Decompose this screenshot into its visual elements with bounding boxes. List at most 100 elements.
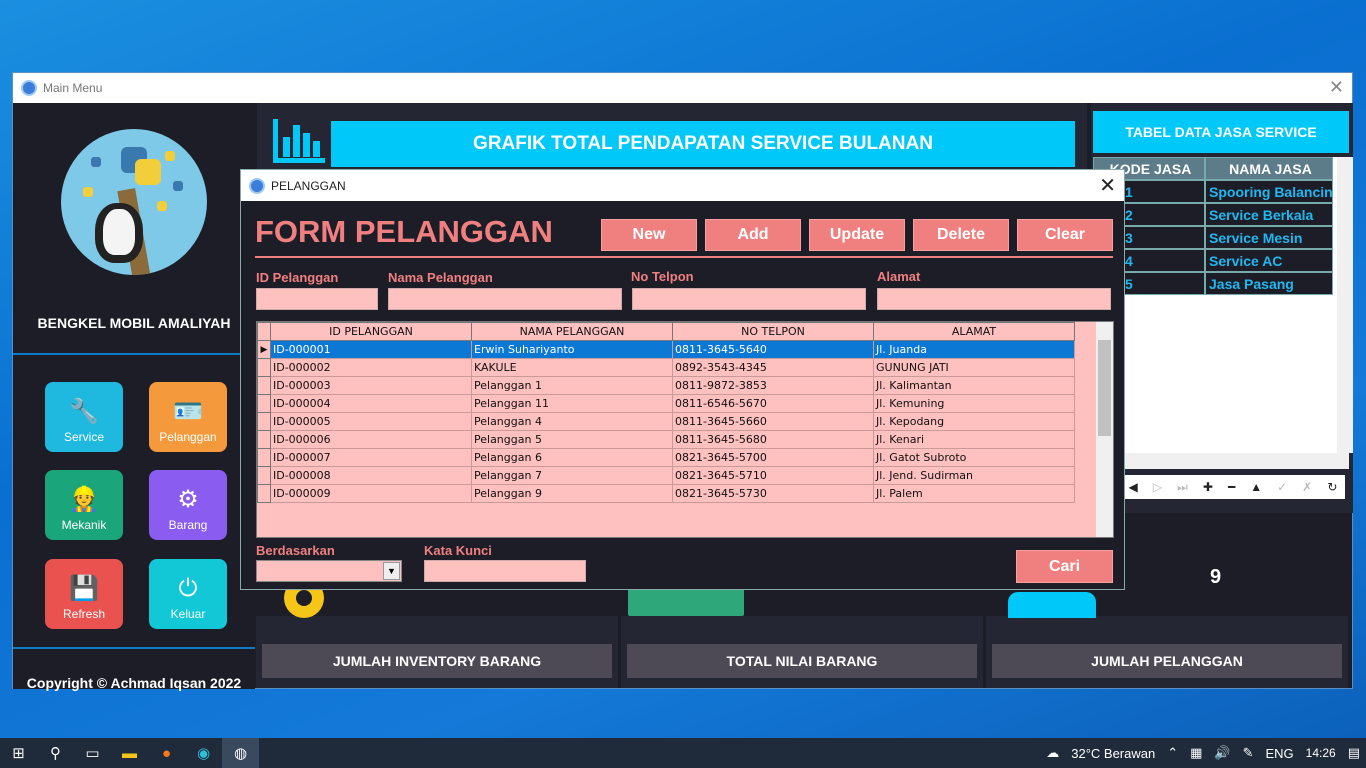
row-pointer-icon: ▶ [257,340,271,359]
update-button[interactable]: Update [809,219,905,251]
table-row[interactable]: ID-000008 Pelanggan 7 0821-3645-5710 Jl.… [257,466,1075,485]
dialog-close-button[interactable]: ✕ [1099,173,1116,198]
add-button[interactable]: Add [705,219,801,251]
search-icon[interactable]: ⚲ [37,738,74,768]
table-row[interactable]: ID-000004 Pelanggan 11 0811-6546-5670 Jl… [257,394,1075,413]
copyright: Copyright © Achmad Iqsan 2022 [26,675,242,691]
cell-id: ID-000007 [270,448,472,467]
grid-vertical-scrollbar[interactable] [1096,322,1113,537]
cell-id: ID-000005 [270,412,472,431]
cell-alamat: Jl. Kepodang [873,412,1075,431]
table-row[interactable]: -1001 Spooring Balancing [1093,180,1349,203]
clear-button[interactable]: Clear [1017,219,1113,251]
mekanik-button[interactable]: 👷 Mekanik [45,470,123,540]
weather-icon[interactable]: ☁ [1046,745,1059,761]
start-icon[interactable]: ⊞ [0,738,37,768]
table-row[interactable]: ID-000009 Pelanggan 9 0821-3645-5730 Jl.… [257,484,1075,503]
money-icon [628,588,744,616]
jasa-nama: Service Mesin [1205,226,1333,249]
id-pelanggan-input[interactable] [256,288,378,310]
edit-record-icon[interactable]: ▲ [1250,480,1262,494]
berdasarkan-select[interactable]: ▼ [256,560,402,582]
table-row[interactable]: -1003 Service Mesin [1093,226,1349,249]
nama-pelanggan-input[interactable] [388,288,622,310]
table-row[interactable]: -1002 Service Berkala [1093,203,1349,226]
pelanggan-grid[interactable]: ID PELANGGAN NAMA PELANGGAN NO TELPON AL… [256,321,1114,538]
service-label: Service [63,430,104,444]
jasa-nama: Service Berkala [1205,203,1333,226]
keluar-button[interactable]: ⏻ Keluar [149,559,227,629]
task-view-icon[interactable]: ▭ [74,738,111,768]
table-row[interactable]: ID-000002 KAKULE 0892-3543-4345 GUNUNG J… [257,358,1075,377]
jasa-vertical-scrollbar[interactable] [1337,157,1353,453]
cell-telpon: 0811-3645-5660 [672,412,874,431]
barang-button[interactable]: ⚙ Barang [149,470,227,540]
divider [13,647,255,649]
jasa-table[interactable]: KODE JASA NAMA JASA -1001 Spooring Balan… [1093,157,1349,469]
firefox-icon[interactable]: ● [148,738,185,768]
header-alamat[interactable]: ALAMAT [873,322,1075,341]
delete-button[interactable]: Delete [913,219,1009,251]
refresh-record-icon[interactable]: ↻ [1327,480,1337,494]
header-nama-pelanggan[interactable]: NAMA PELANGGAN [471,322,673,341]
table-row[interactable]: -1005 Jasa Pasang [1093,272,1349,295]
delete-record-icon[interactable]: ━ [1228,480,1235,494]
last-record-icon[interactable]: ⏭ [1177,480,1188,495]
notification-icon[interactable]: ▤ [1348,745,1360,761]
stat-nilai-panel: TOTAL NILAI BARANG [621,616,983,688]
jasa-nama: Service AC [1205,249,1333,272]
python-app-icon[interactable]: ◍ [222,738,259,768]
table-row[interactable]: -1004 Service AC [1093,249,1349,272]
cancel-record-icon[interactable]: ✗ [1302,480,1312,494]
pelanggan-button[interactable]: 🪪 Pelanggan [149,382,227,452]
weather-text[interactable]: 32°C Berawan [1071,746,1155,761]
dialog-titlebar: PELANGGAN ✕ [241,170,1124,201]
chart-title: GRAFIK TOTAL PENDAPATAN SERVICE BULANAN [331,121,1075,167]
gear-icon [284,584,324,618]
cell-telpon: 0821-3645-5730 [672,484,874,503]
id-pelanggan-label: ID Pelanggan [256,270,339,285]
volume-icon[interactable]: 🔊 [1214,745,1230,761]
new-button[interactable]: New [601,219,697,251]
jasa-horizontal-scrollbar[interactable] [1093,453,1349,469]
table-row[interactable]: ID-000003 Pelanggan 1 0811-9872-3853 Jl.… [257,376,1075,395]
post-record-icon[interactable]: ✓ [1277,480,1287,494]
insert-record-icon[interactable]: ✚ [1203,480,1213,494]
header-id-pelanggan[interactable]: ID PELANGGAN [270,322,472,341]
file-explorer-icon[interactable]: ▬ [111,738,148,768]
chevron-up-icon[interactable]: ⌃ [1167,745,1178,761]
refresh-button[interactable]: 💾 Refresh [45,559,123,629]
cell-id: ID-000009 [270,484,472,503]
cell-id: ID-000003 [270,376,472,395]
cell-alamat: Jl. Palem [873,484,1075,503]
taskbar: ⊞ ⚲ ▭ ▬ ● ◉ ◍ ☁ 32°C Berawan ⌃ ▦ 🔊 ✎ ENG… [0,738,1366,768]
language-indicator[interactable]: ENG [1266,746,1294,761]
jasa-nama: Spooring Balancing [1205,180,1333,203]
stat-pelanggan-panel: JUMLAH PELANGGAN [986,616,1348,688]
cell-alamat: GUNUNG JATI [873,358,1075,377]
header-no-telpon[interactable]: NO TELPON [672,322,874,341]
chevron-down-icon[interactable]: ▼ [383,562,400,580]
kata-kunci-label: Kata Kunci [424,543,492,558]
stat-inventory-panel: JUMLAH INVENTORY BARANG [256,616,618,688]
prev-record-icon[interactable]: ◀ [1129,480,1138,494]
scrollbar-thumb[interactable] [1098,340,1111,436]
cari-button[interactable]: Cari [1016,550,1113,583]
next-record-icon[interactable]: ▷ [1153,480,1162,494]
table-row[interactable]: ID-000006 Pelanggan 5 0811-3645-5680 Jl.… [257,430,1075,449]
jasa-header-nama[interactable]: NAMA JASA [1205,157,1333,180]
table-row[interactable]: ID-000005 Pelanggan 4 0811-3645-5660 Jl.… [257,412,1075,431]
service-button[interactable]: 🔧 Service [45,382,123,452]
network-icon[interactable]: ▦ [1190,745,1202,761]
pen-icon[interactable]: ✎ [1243,745,1254,761]
table-row[interactable]: ID-000007 Pelanggan 6 0821-3645-5700 Jl.… [257,448,1075,467]
table-row[interactable]: ▶ ID-000001 Erwin Suhariyanto 0811-3645-… [257,340,1075,359]
brand-name: BENGKEL MOBIL AMALIYAH [37,315,231,331]
edge-icon[interactable]: ◉ [185,738,222,768]
alamat-input[interactable] [877,288,1111,310]
kata-kunci-input[interactable] [424,560,586,582]
clock[interactable]: 14:26 [1306,746,1336,760]
no-telpon-label: No Telpon [631,269,694,284]
main-close-button[interactable]: ✕ [1329,77,1344,98]
no-telpon-input[interactable] [632,288,866,310]
